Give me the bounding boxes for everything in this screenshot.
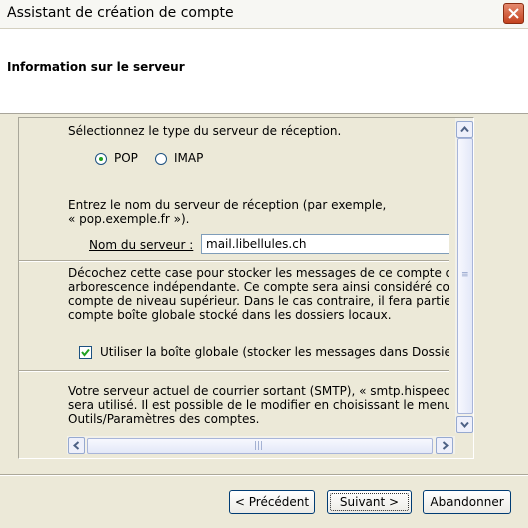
next-button[interactable]: Suivant > (327, 490, 412, 514)
chevron-right-icon (442, 441, 449, 450)
wizard-header: Information sur le serveur (0, 29, 528, 114)
radio-imap-label[interactable]: IMAP (174, 151, 203, 165)
checkmark-icon (81, 348, 90, 357)
global-inbox-desc-1: Décochez cette case pour stocker les mes… (68, 266, 449, 280)
smtp-text-2: sera utilisé. Il est possible de le modi… (68, 398, 449, 412)
global-inbox-checkbox[interactable] (79, 346, 92, 359)
scroll-up-button[interactable] (456, 121, 473, 138)
separator (19, 260, 449, 262)
close-icon (508, 8, 519, 19)
server-name-label: Nom du serveur : (89, 238, 193, 252)
radio-selected-dot (99, 157, 103, 161)
global-inbox-desc-2: arborescence indépendante. Ce compte ser… (68, 280, 449, 294)
server-name-input[interactable]: mail.libellules.ch (201, 234, 449, 254)
grip-icon: ≡ (461, 270, 469, 280)
previous-button[interactable]: < Précédent (229, 490, 315, 514)
window-title: Assistant de création de compte (7, 5, 234, 21)
global-inbox-checkbox-label[interactable]: Utiliser la boîte globale (stocker les m… (100, 345, 449, 359)
focus-ring (330, 493, 409, 511)
server-name-example: « pop.exemple.fr »). (68, 212, 190, 226)
chevron-up-icon (460, 126, 469, 133)
chevron-left-icon (73, 441, 80, 450)
scroll-left-button[interactable] (68, 437, 85, 454)
scrollbar-corner (455, 436, 473, 454)
separator (19, 370, 449, 372)
vertical-scroll-thumb[interactable]: ≡ (457, 138, 473, 414)
server-name-instruction: Entrez le nom du serveur de réception (p… (68, 198, 387, 212)
grip-icon: ||| (254, 441, 264, 451)
server-name-label-text: Nom du serveur : (89, 238, 194, 252)
cancel-button[interactable]: Abandonner (423, 490, 511, 514)
horizontal-scroll-thumb[interactable]: ||| (87, 438, 433, 454)
smtp-text-3: Outils/Paramètres des comptes. (68, 412, 260, 426)
scroll-right-button[interactable] (436, 437, 453, 454)
page-title: Information sur le serveur (7, 60, 185, 74)
radio-pop[interactable] (95, 153, 107, 165)
global-inbox-desc-3: compte de niveau supérieur. Dans le cas … (68, 294, 449, 308)
radio-imap[interactable] (155, 153, 167, 165)
footer-separator (0, 474, 528, 476)
scroll-down-button[interactable] (456, 416, 473, 433)
panel-content: Sélectionnez le type du serveur de récep… (19, 118, 449, 433)
close-button[interactable] (503, 3, 524, 24)
global-inbox-desc-4: compte boîte globale stocké dans les dos… (68, 308, 392, 322)
chevron-down-icon (460, 421, 469, 428)
settings-panel: Sélectionnez le type du serveur de récep… (18, 117, 474, 459)
smtp-text-1: Votre serveur actuel de courrier sortant… (68, 384, 449, 398)
radio-pop-label[interactable]: POP (114, 151, 138, 165)
server-type-prompt: Sélectionnez le type du serveur de récep… (68, 124, 342, 138)
title-bar: Assistant de création de compte (0, 0, 528, 29)
